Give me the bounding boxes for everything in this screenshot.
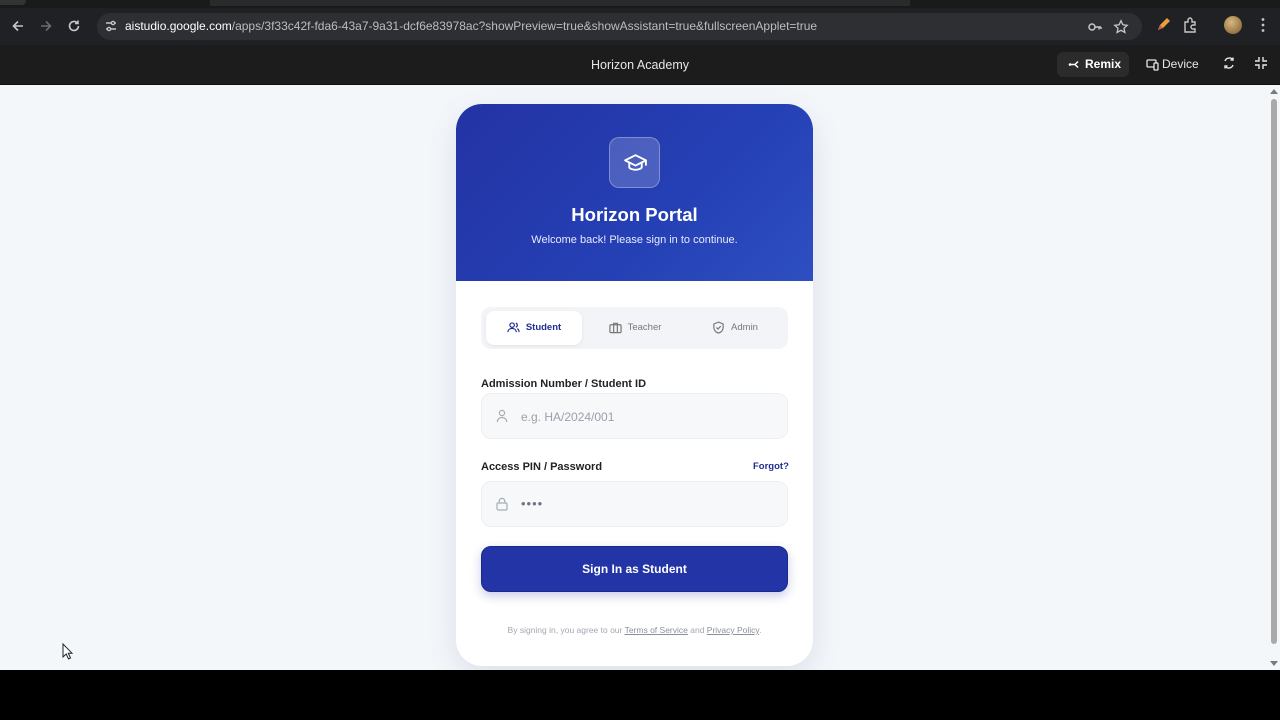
hero-header: Horizon Portal Welcome back! Please sign…	[456, 104, 813, 281]
student-id-input[interactable]: e.g. HA/2024/001	[481, 393, 788, 439]
terms-suffix: .	[759, 625, 762, 635]
users-icon	[507, 321, 520, 332]
role-tab-student[interactable]: Student	[486, 311, 582, 345]
tab-stub[interactable]	[0, 0, 26, 5]
fullscreen-exit-icon[interactable]	[1254, 56, 1268, 70]
privacy-policy-link[interactable]: Privacy Policy	[707, 625, 759, 635]
terms-of-service-link[interactable]: Terms of Service	[625, 625, 688, 635]
address-bar[interactable]: aistudio.google.com/apps/3f33c42f-fda6-4…	[97, 13, 1142, 40]
device-icon	[1146, 59, 1159, 71]
remix-icon	[1068, 60, 1079, 69]
app-bar: Horizon Academy Remix Device	[0, 45, 1280, 85]
star-icon[interactable]	[1113, 19, 1129, 35]
pin-input[interactable]: ••••	[481, 481, 788, 527]
forgot-link[interactable]: Forgot?	[753, 461, 789, 472]
url-text: aistudio.google.com/apps/3f33c42f-fda6-4…	[125, 19, 818, 33]
site-settings-icon[interactable]	[104, 19, 118, 33]
mouse-cursor-icon	[62, 643, 74, 660]
remix-label: Remix	[1085, 57, 1122, 71]
tab-strip	[0, 0, 1280, 8]
pin-label: Access PIN / Password	[481, 461, 603, 473]
app-viewport: Horizon Portal Welcome back! Please sign…	[0, 85, 1280, 670]
device-label: Device	[1162, 57, 1199, 71]
forward-arrow-icon[interactable]	[36, 16, 56, 36]
sign-in-button[interactable]: Sign In as Student	[481, 546, 788, 592]
pin-value: ••••	[521, 496, 544, 511]
extensions-puzzle-icon[interactable]	[1182, 16, 1200, 34]
graduation-cap-icon	[624, 154, 647, 171]
student-id-label: Admission Number / Student ID	[481, 378, 647, 390]
portal-subtitle: Welcome back! Please sign in to continue…	[531, 234, 738, 246]
portal-title: Horizon Portal	[571, 204, 698, 225]
browser-chrome: aistudio.google.com/apps/3f33c42f-fda6-4…	[0, 0, 1280, 45]
profile-avatar[interactable]	[1224, 16, 1242, 34]
scrollbar-thumb[interactable]	[1271, 99, 1277, 644]
terms-prefix: By signing in, you agree to our	[507, 625, 625, 635]
back-arrow-icon[interactable]	[8, 16, 28, 36]
pen-extension-icon[interactable]	[1154, 16, 1172, 34]
briefcase-icon	[608, 322, 622, 333]
page-scrollbar[interactable]	[1268, 85, 1280, 670]
role-label: Admin	[731, 322, 758, 333]
role-tab-admin[interactable]: Admin	[687, 311, 783, 345]
scroll-up-arrow-icon[interactable]	[1270, 89, 1278, 94]
role-label: Teacher	[627, 322, 662, 333]
logo-badge	[609, 137, 660, 188]
remix-button[interactable]: Remix	[1057, 52, 1129, 77]
role-switcher: Student Teacher Admin	[481, 307, 788, 349]
lock-icon	[496, 497, 508, 511]
role-label: Student	[525, 322, 562, 333]
kebab-menu-icon[interactable]	[1254, 16, 1272, 34]
device-button[interactable]: Device	[1140, 52, 1208, 77]
terms-and: and	[687, 625, 707, 635]
bottom-letterbox	[0, 670, 1280, 720]
terms-notice: By signing in, you agree to our Terms of…	[456, 625, 813, 635]
tab-strip-active	[210, 0, 910, 6]
key-icon[interactable]	[1087, 19, 1103, 35]
login-card: Horizon Portal Welcome back! Please sign…	[456, 104, 813, 666]
role-tab-teacher[interactable]: Teacher	[587, 311, 683, 345]
shield-icon	[713, 320, 724, 334]
scroll-down-arrow-icon[interactable]	[1270, 661, 1278, 666]
student-id-placeholder: e.g. HA/2024/001	[521, 410, 615, 424]
user-icon	[496, 409, 508, 423]
reload-icon[interactable]	[64, 16, 84, 36]
refresh-icon[interactable]	[1222, 56, 1236, 70]
